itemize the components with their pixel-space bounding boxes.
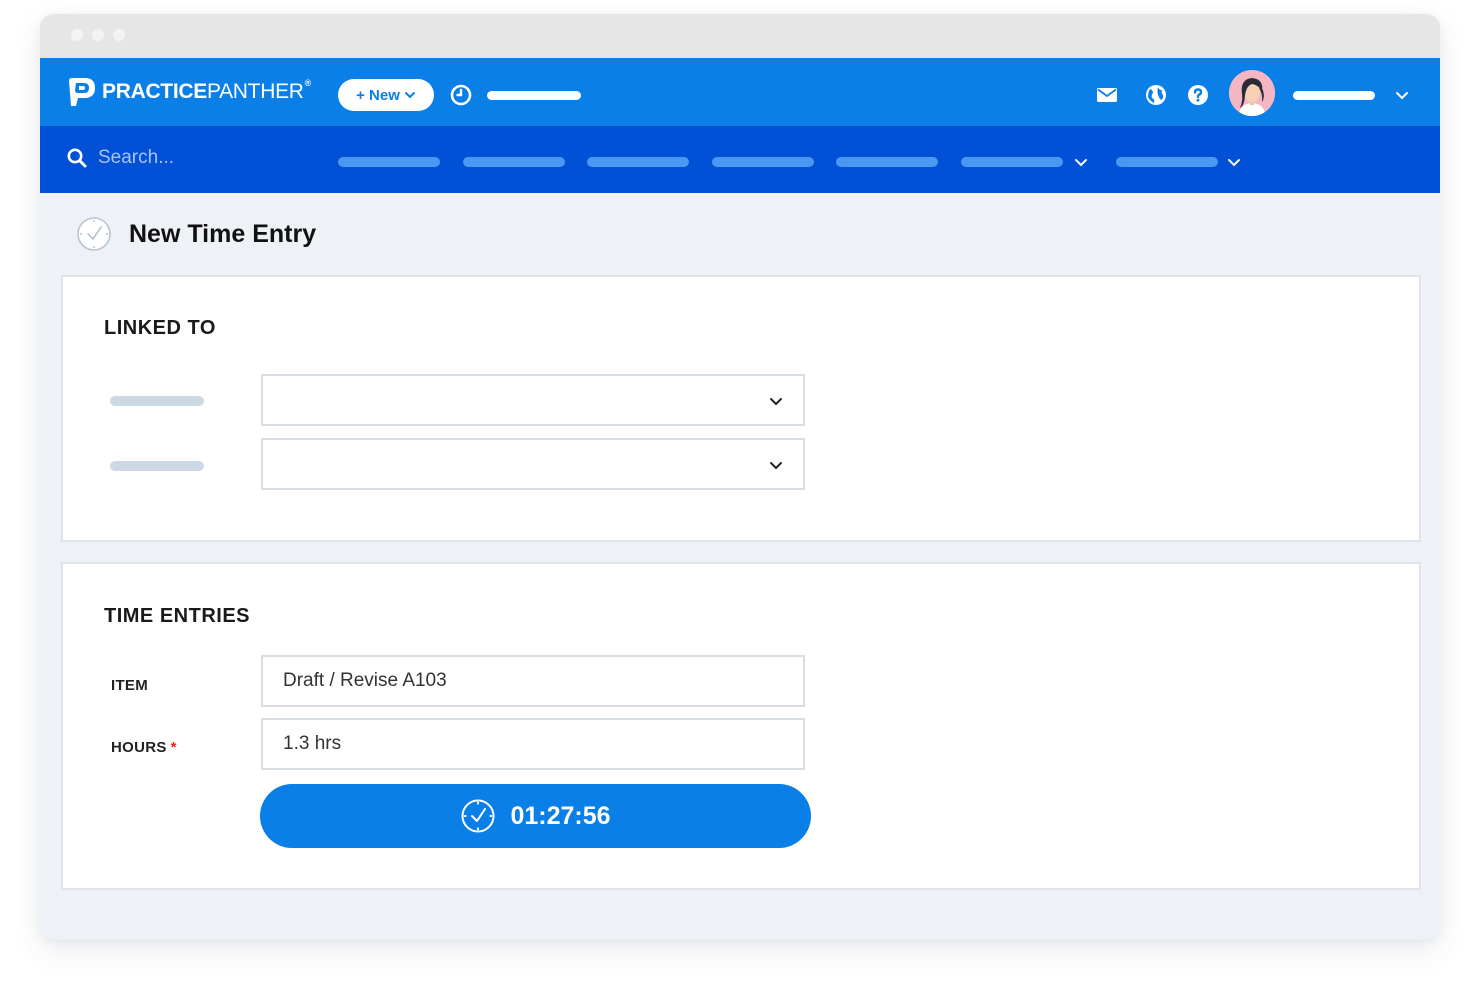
time-entries-heading: TIME ENTRIES [104, 605, 251, 627]
globe-icon[interactable] [1144, 83, 1168, 107]
help-icon[interactable] [1186, 83, 1210, 107]
user-menu-chevron-icon[interactable] [1395, 88, 1409, 102]
window-titlebar [40, 14, 1440, 58]
top-bar: PRACTICEPANTHER® + New [40, 58, 1440, 126]
window-dot-2[interactable] [92, 29, 104, 41]
linked-to-heading: LINKED TO [104, 317, 216, 339]
nav-bar [40, 126, 1440, 193]
window-dot-3[interactable] [113, 29, 125, 41]
search-input[interactable] [98, 147, 218, 169]
nav-item-1[interactable] [338, 157, 440, 167]
linked-field-label-2 [110, 461, 204, 471]
nav-item-6-dropdown[interactable] [961, 157, 1063, 167]
avatar-portrait-icon [1229, 70, 1275, 116]
brand-name: PRACTICEPANTHER® [102, 78, 312, 104]
nav-item-3[interactable] [587, 157, 689, 167]
mail-icon[interactable] [1095, 83, 1119, 107]
hours-label-text: HOURS [111, 739, 167, 756]
page-title: New Time Entry [129, 219, 317, 248]
time-entries-section: TIME ENTRIES ITEM HOURS* 01:27:56 [61, 562, 1421, 890]
linked-to-section: LINKED TO [61, 275, 1421, 542]
time-entry-clock-icon [77, 217, 111, 251]
item-input[interactable] [261, 655, 805, 707]
trademark-mark: ® [304, 78, 312, 88]
window-dot-1[interactable] [71, 29, 83, 41]
app-window: PRACTICEPANTHER® + New Search... New Tim… [40, 14, 1440, 940]
chevron-down-icon [404, 92, 415, 99]
hours-label: HOURS * [111, 739, 177, 756]
chevron-down-icon[interactable] [1227, 155, 1241, 169]
linked-select-2[interactable] [261, 438, 805, 490]
user-avatar[interactable] [1229, 70, 1275, 116]
panther-logo-icon [69, 78, 95, 106]
brand-name-bold: PRACTICE [102, 80, 207, 103]
nav-item-5[interactable] [836, 157, 938, 167]
chevron-down-icon [770, 398, 782, 406]
item-label: ITEM [111, 677, 149, 694]
nav-item-4[interactable] [712, 157, 814, 167]
search-icon[interactable] [66, 147, 88, 169]
linked-select-1[interactable] [261, 374, 805, 426]
brand-logo[interactable]: PRACTICEPANTHER® [64, 75, 311, 109]
chevron-down-icon[interactable] [1074, 155, 1088, 169]
user-name-bar[interactable] [1293, 91, 1375, 100]
stopwatch-icon [461, 799, 495, 833]
hours-input[interactable] [261, 718, 805, 770]
search-box [66, 147, 218, 169]
clock-icon[interactable] [449, 83, 473, 107]
new-button-label: + New [356, 86, 400, 104]
brand-name-light: PANTHER [206, 80, 304, 103]
page-header: New Time Entry [76, 216, 316, 252]
timer-button[interactable]: 01:27:56 [260, 784, 811, 848]
timer-value: 01:27:56 [510, 801, 611, 830]
linked-field-label-1 [110, 396, 204, 406]
timer-placeholder-bar[interactable] [487, 91, 581, 100]
nav-item-2[interactable] [463, 157, 565, 167]
new-button[interactable]: + New [338, 79, 434, 111]
nav-item-7-dropdown[interactable] [1116, 157, 1218, 167]
chevron-down-icon [770, 462, 782, 470]
required-asterisk: * [170, 739, 177, 756]
